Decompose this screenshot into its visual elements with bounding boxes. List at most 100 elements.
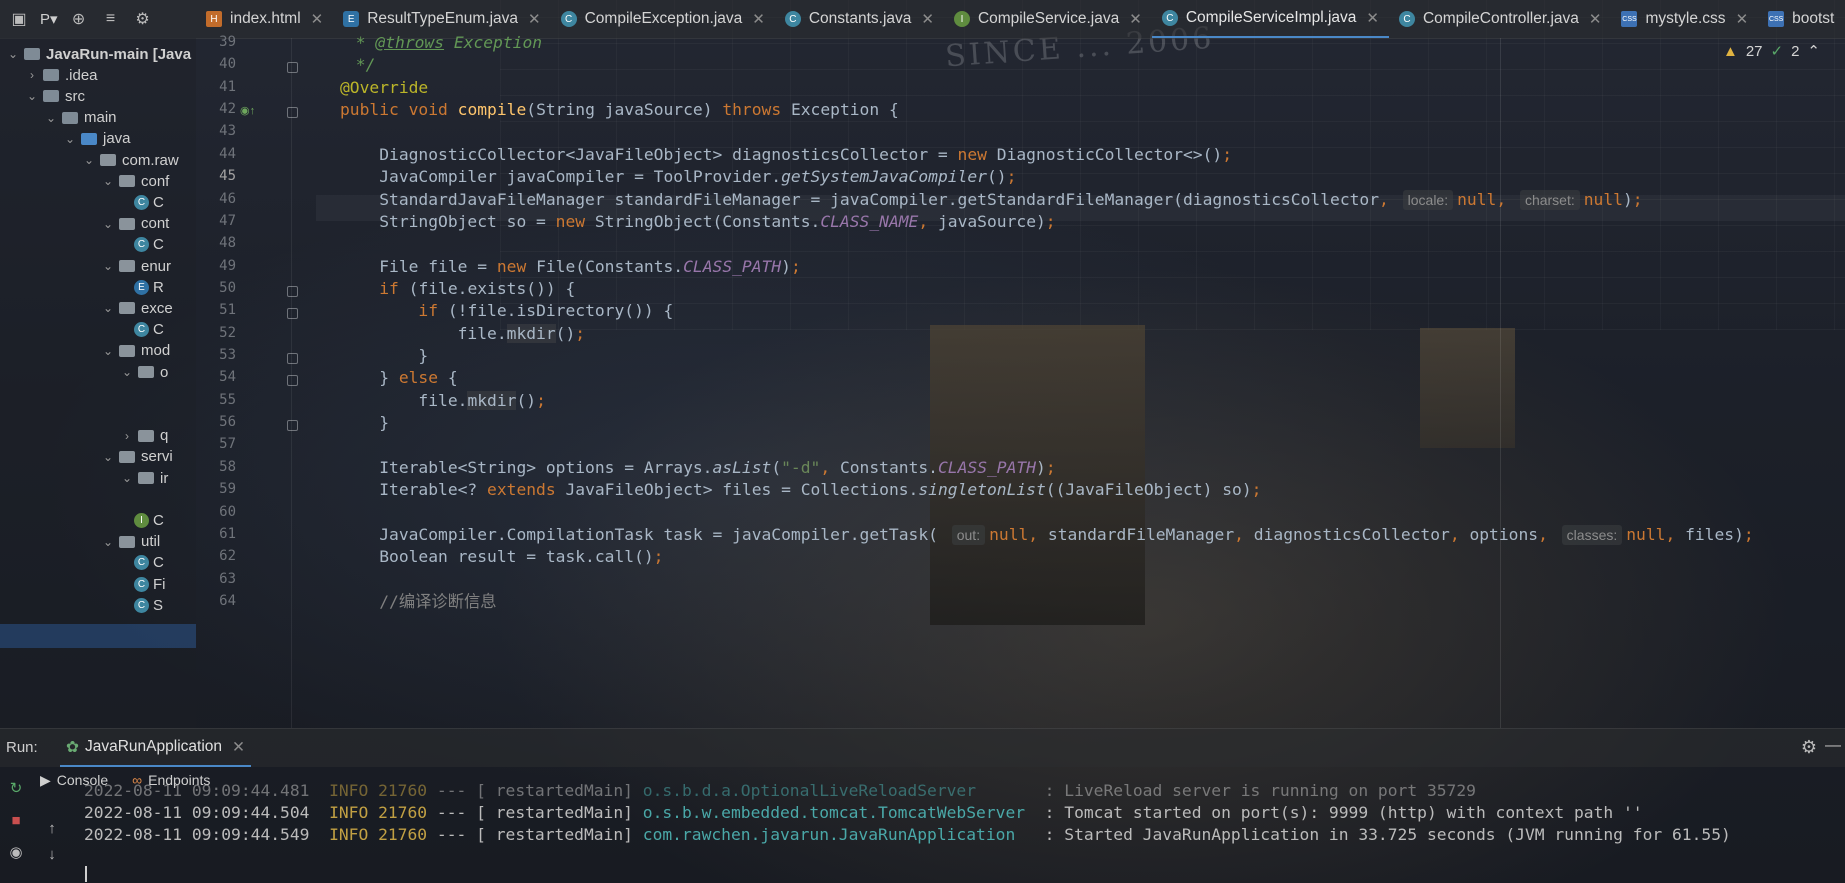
chevron-down-icon[interactable]: ⌄ bbox=[120, 471, 134, 485]
class-icon: C bbox=[134, 194, 149, 210]
file-tab[interactable]: CSS bootst bbox=[1758, 0, 1844, 38]
tree-item-label: mod bbox=[141, 342, 171, 360]
line-number: 42 bbox=[219, 101, 236, 118]
run-config-tab[interactable]: ✿ JavaRunApplication ✕ bbox=[60, 729, 252, 767]
rerun-icon[interactable]: ↻ bbox=[6, 778, 26, 798]
close-tab-icon[interactable]: ✕ bbox=[1129, 10, 1142, 28]
scroll-down-icon[interactable]: ↓ bbox=[42, 844, 62, 864]
console-level: INFO bbox=[329, 825, 379, 844]
chevron-down-icon[interactable]: ⌄ bbox=[101, 259, 115, 273]
file-tab[interactable]: C CompileException.java ✕ bbox=[551, 0, 775, 38]
fold-marker-icon[interactable] bbox=[287, 375, 298, 387]
package-icon bbox=[119, 217, 135, 230]
fold-marker-icon[interactable] bbox=[287, 107, 298, 119]
tree-item-label: src bbox=[65, 87, 85, 105]
locate-file-icon[interactable]: ⊕ bbox=[68, 8, 90, 30]
close-icon[interactable]: ✕ bbox=[232, 738, 245, 757]
scroll-up-icon[interactable]: ↑ bbox=[42, 818, 62, 838]
line-number: 39 bbox=[219, 34, 236, 50]
close-tab-icon[interactable]: ✕ bbox=[921, 10, 934, 28]
tree-selection-highlight bbox=[0, 624, 196, 648]
close-tab-icon[interactable]: ✕ bbox=[1366, 9, 1379, 27]
editor-tab-bar: ▣ P▾ ⊕ ≡ ⚙ Hindex.html ✕ E ResultTypeEnum.j… bbox=[0, 0, 1845, 60]
settings-gear-icon[interactable]: ⚙ bbox=[132, 8, 154, 30]
console-logger: com.rawchen.javarun.JavaRunApplication bbox=[642, 825, 1035, 844]
tree-item-label: conf bbox=[141, 172, 170, 190]
close-tab-icon[interactable]: ✕ bbox=[752, 10, 765, 28]
console-thread: restartedMain] bbox=[485, 781, 643, 800]
file-tab[interactable]: C Constants.java ✕ bbox=[775, 0, 944, 38]
file-tab[interactable]: C CompileServiceImpl.java ✕ bbox=[1151, 0, 1389, 38]
console-sep: --- [ bbox=[436, 825, 486, 844]
file-tab-label: CompileService.java bbox=[977, 10, 1120, 27]
chevron-down-icon[interactable]: ⌄ bbox=[63, 132, 77, 146]
line-number: 59 bbox=[219, 481, 236, 498]
chevron-down-icon[interactable]: ⌄ bbox=[101, 301, 115, 315]
fold-marker-icon[interactable] bbox=[287, 353, 298, 365]
close-tab-icon[interactable]: ✕ bbox=[1736, 10, 1749, 28]
close-tab-icon[interactable]: ✕ bbox=[528, 10, 541, 28]
tree-item-label: ir bbox=[160, 469, 169, 487]
close-tab-icon[interactable]: ✕ bbox=[311, 10, 324, 28]
line-number: 63 bbox=[219, 570, 236, 587]
code-editor[interactable]: * @throws Exception */@Override public vo… bbox=[316, 33, 1845, 728]
package-icon bbox=[138, 472, 154, 484]
chevron-down-icon[interactable]: ⌄ bbox=[101, 535, 115, 549]
chevron-down-icon[interactable]: ⌄ bbox=[101, 450, 115, 464]
fold-marker-icon[interactable] bbox=[287, 285, 298, 297]
collapse-all-icon[interactable]: ≡ bbox=[100, 8, 122, 30]
stop-icon[interactable]: ■ bbox=[6, 810, 26, 830]
chevron-down-icon[interactable]: ⌄ bbox=[25, 89, 39, 103]
code-line: public void compile(String javaSource) t… bbox=[340, 100, 899, 120]
file-tab[interactable]: CSS mystyle.css ✕ bbox=[1611, 0, 1758, 38]
chevron-down-icon[interactable]: ⌄ bbox=[82, 153, 96, 167]
file-tab[interactable]: Hindex.html ✕ bbox=[196, 0, 333, 38]
settings-gear-icon[interactable]: ⚙ bbox=[1801, 737, 1817, 758]
screenshot-icon[interactable]: ◉ bbox=[6, 842, 26, 862]
close-tab-icon[interactable]: ✕ bbox=[1589, 10, 1602, 28]
chevron-down-icon[interactable]: ⌄ bbox=[101, 174, 115, 188]
file-type-icon: C bbox=[784, 11, 801, 27]
file-type-icon: C bbox=[1398, 11, 1415, 27]
file-tab-label: ResultTypeEnum.java bbox=[367, 10, 519, 27]
package-icon bbox=[119, 535, 135, 548]
line-number: 45 bbox=[219, 168, 236, 185]
chevron-right-icon[interactable]: › bbox=[120, 429, 134, 443]
line-number: 51 bbox=[219, 302, 236, 319]
fold-marker-icon[interactable] bbox=[287, 62, 298, 74]
chevron-down-icon[interactable]: ⌄ bbox=[44, 111, 58, 125]
file-tab[interactable]: I CompileService.java ✕ bbox=[944, 0, 1152, 38]
tree-item-label: C bbox=[153, 511, 164, 529]
file-type-icon: CSS bbox=[1768, 11, 1785, 27]
code-line: //编译诊断信息 bbox=[379, 592, 497, 611]
chevron-down-icon[interactable]: ⌄ bbox=[101, 217, 115, 231]
chevron-down-icon[interactable]: ⌄ bbox=[6, 47, 20, 61]
line-number: 55 bbox=[219, 391, 236, 408]
interface-icon: I bbox=[134, 512, 149, 528]
package-icon bbox=[119, 260, 135, 272]
chevron-right-icon[interactable]: › bbox=[25, 68, 39, 82]
tree-item[interactable]: CS bbox=[120, 593, 163, 617]
folder-icon bbox=[43, 90, 59, 103]
project-icon[interactable]: ▣ bbox=[8, 8, 30, 30]
enum-icon: E bbox=[134, 279, 149, 295]
implements-method-icon[interactable]: ◉↑ bbox=[240, 104, 255, 117]
class-icon: C bbox=[134, 322, 149, 338]
project-view-selector[interactable]: P▾ bbox=[40, 10, 58, 28]
line-number: 49 bbox=[219, 257, 236, 274]
file-tab-label: CompileController.java bbox=[1422, 10, 1579, 27]
chevron-down-icon[interactable]: ⌄ bbox=[101, 344, 115, 358]
tree-item-label: C bbox=[153, 236, 164, 254]
file-tab[interactable]: C CompileController.java ✕ bbox=[1389, 0, 1612, 38]
line-number: 52 bbox=[219, 324, 236, 341]
chevron-down-icon[interactable]: ⌄ bbox=[120, 365, 134, 379]
code-line: Boolean result = task.call(); bbox=[340, 547, 664, 567]
fold-marker-icon[interactable] bbox=[287, 420, 298, 432]
fold-marker-icon[interactable] bbox=[287, 308, 298, 320]
file-tab-label: CompileServiceImpl.java bbox=[1185, 9, 1357, 26]
run-side-toolbar: ↻ ■ ◉ bbox=[0, 766, 32, 883]
minimize-icon[interactable]: — bbox=[1825, 737, 1841, 755]
line-number: 60 bbox=[219, 503, 236, 520]
file-tab-label: index.html bbox=[230, 10, 301, 27]
file-type-icon: CSS bbox=[1621, 11, 1638, 27]
